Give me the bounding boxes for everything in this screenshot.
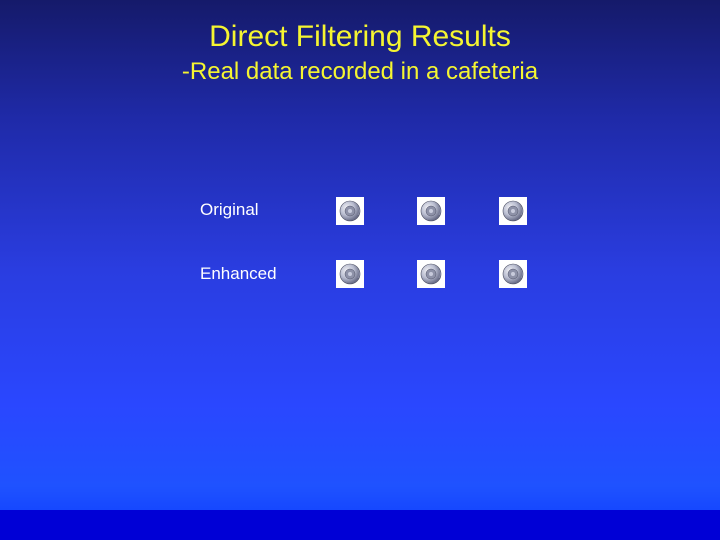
speaker-icon [338,199,362,223]
slide: Direct Filtering Results -Real data reco… [0,0,720,540]
slide-title: Direct Filtering Results [0,20,720,55]
speaker-icon [501,262,525,286]
audio-enhanced-2[interactable] [417,260,445,288]
audio-original-1[interactable] [336,197,364,225]
speaker-icon [501,199,525,223]
row-label-original: Original [200,200,259,220]
audio-original-3[interactable] [499,197,527,225]
footer-bar [0,510,720,540]
row-label-enhanced: Enhanced [200,264,277,284]
speaker-icon [338,262,362,286]
audio-enhanced-1[interactable] [336,260,364,288]
slide-subtitle: -Real data recorded in a cafeteria [0,58,720,86]
audio-original-2[interactable] [417,197,445,225]
speaker-icon [419,199,443,223]
audio-enhanced-3[interactable] [499,260,527,288]
speaker-icon [419,262,443,286]
